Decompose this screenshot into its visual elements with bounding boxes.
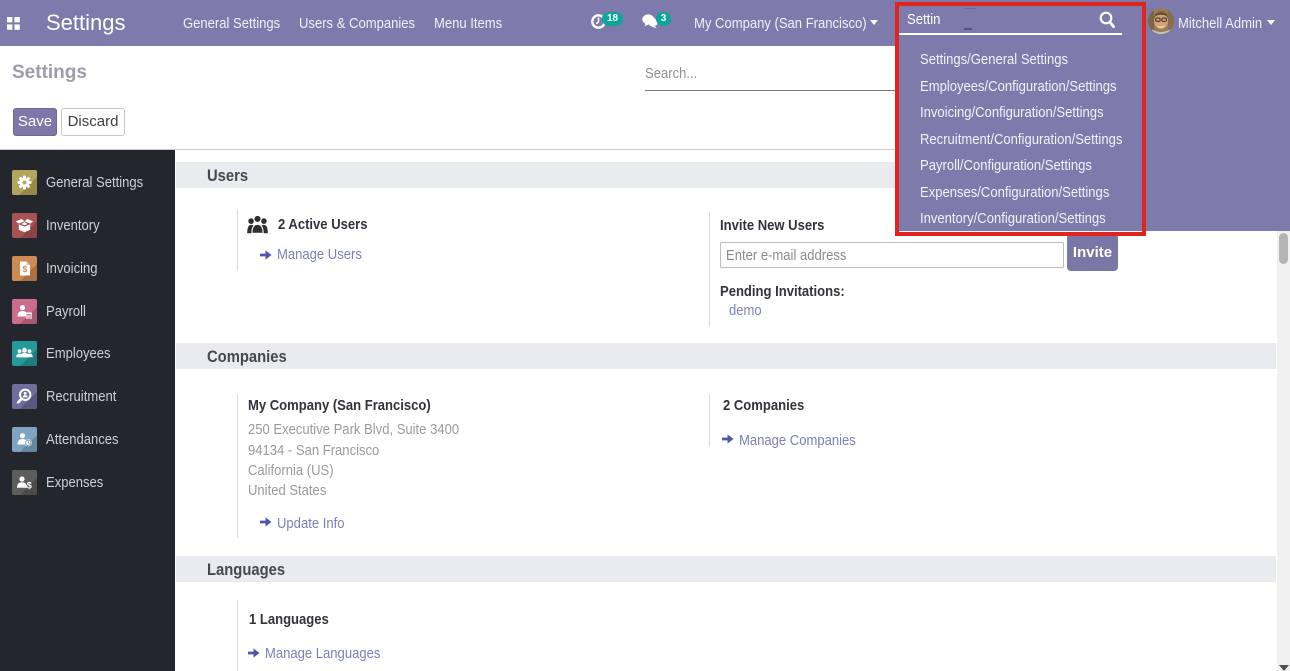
svg-text:$: $ [27, 481, 32, 491]
svg-text:$: $ [23, 264, 28, 274]
